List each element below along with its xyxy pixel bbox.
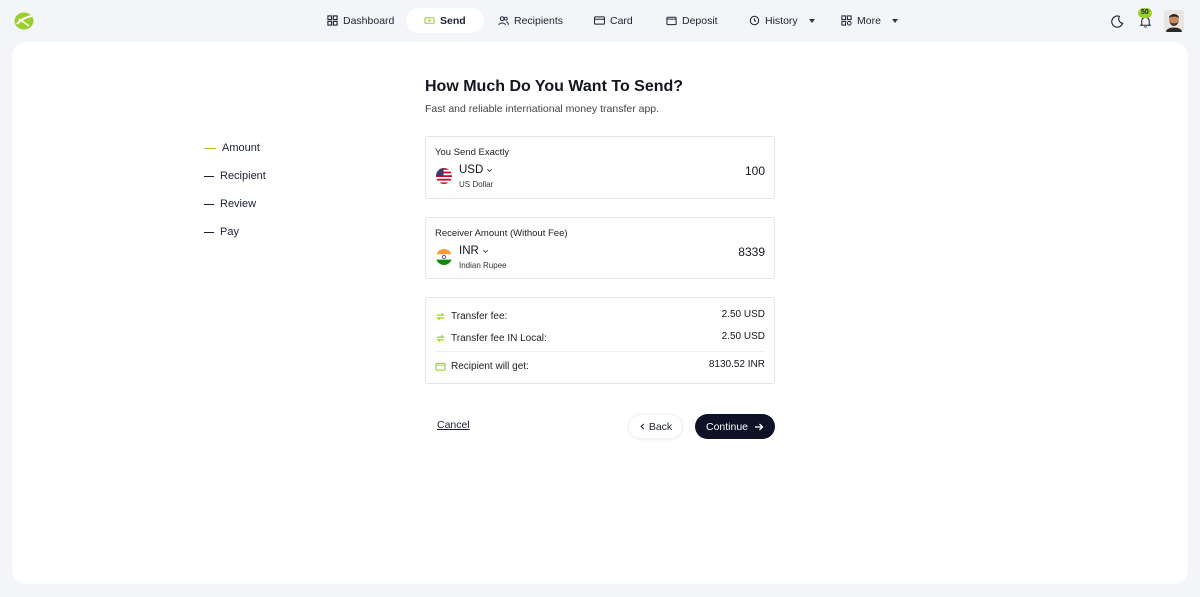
nav-recipients[interactable]: Recipients [498,8,563,33]
send-currency-code: USD [459,164,484,176]
transfer-fee-row: Transfer fee: 2.50 USD [435,307,765,325]
recipient-gets-value: 8130.52 INR [708,358,765,370]
page-subtitle: Fast and reliable international money tr… [425,103,660,115]
avatar[interactable] [1164,10,1184,32]
send-amount-box: You Send Exactly USD US Dollar [425,136,775,199]
dark-mode-toggle[interactable] [1108,12,1126,30]
back-button[interactable]: Back [628,414,683,439]
top-navigation: Dashboard Send Recipients Card Deposit H… [0,0,1200,42]
nav-card[interactable]: Card [594,8,633,33]
receive-amount-input[interactable] [645,245,765,259]
nav-dashboard-label: Dashboard [343,14,395,27]
nav-card-label: Card [610,14,633,27]
nav-more-label: More [857,14,881,27]
money-icon [424,17,435,24]
transfer-fee-local-label: Transfer fee IN Local: [451,332,547,344]
caret-down-icon [808,18,815,23]
continue-button[interactable]: Continue [695,414,775,439]
send-currency-name: US Dollar [459,180,494,189]
fee-divider [435,351,765,352]
main-card: Amount Recipient Review Pay How Much Do … [12,42,1188,584]
step-pay: Pay [204,218,266,246]
step-review: Review [204,190,266,218]
receive-currency-code: INR [459,245,479,257]
nav-deposit[interactable]: Deposit [666,8,718,33]
nav-dashboard[interactable]: Dashboard [327,8,394,33]
nav-send-label: Send [440,14,466,27]
caret-down-icon [891,18,898,23]
continue-button-label: Continue [705,420,749,433]
transfer-fee-label: Transfer fee: [451,310,508,322]
step-indicator [204,147,216,149]
chevron-left-icon [640,423,645,430]
users-icon [498,16,509,26]
grid-icon [327,15,338,26]
recipient-gets-label: Recipient will get: [451,360,529,372]
step-progress: Amount Recipient Review Pay [204,134,266,246]
nav-send[interactable]: Send [406,8,484,33]
step-indicator [204,175,214,177]
chevron-down-icon [482,249,488,253]
notification-badge: 50 [1138,8,1152,18]
nav-history-label: History [765,14,798,27]
send-amount-input[interactable] [645,164,765,178]
receive-currency-select[interactable]: INR [459,245,489,257]
nav-history[interactable]: History [749,8,815,33]
step-indicator [204,231,214,233]
transfer-fee-local-value: 2.50 USD [721,330,765,342]
step-label: Review [220,198,257,210]
receive-amount-box: Receiver Amount (Without Fee) INR Indian… [425,217,775,279]
step-recipient: Recipient [204,162,266,190]
back-button-label: Back [648,420,673,433]
history-icon [749,15,760,26]
cancel-link[interactable]: Cancel [437,419,470,431]
step-amount: Amount [204,134,266,162]
send-amount-label: You Send Exactly [435,147,510,158]
receive-amount-label: Receiver Amount (Without Fee) [435,228,568,239]
page-title: How Much Do You Want To Send? [425,78,684,95]
card-icon [594,16,605,25]
us-flag-icon [436,168,452,184]
notifications-button[interactable]: 50 [1136,8,1154,30]
transfer-fee-local-row: Transfer fee IN Local: 2.50 USD [435,329,765,347]
moon-icon [1110,14,1123,28]
nav-recipients-label: Recipients [514,14,564,27]
arrow-right-icon [755,423,764,430]
receive-currency-name: Indian Rupee [459,261,507,270]
step-label: Amount [222,142,260,154]
fee-summary-box: Transfer fee: 2.50 USD Transfer fee IN L… [425,297,775,384]
wallet-icon [435,362,446,371]
step-indicator [204,203,214,205]
header-actions: 50 [1108,8,1184,33]
nav-deposit-label: Deposit [682,14,718,27]
app-logo[interactable] [13,11,35,31]
wallet-icon [666,16,677,26]
step-label: Recipient [220,170,266,182]
step-label: Pay [220,226,239,238]
transfer-fee-value: 2.50 USD [721,308,765,320]
recipient-gets-row: Recipient will get: 8130.52 INR [435,357,765,375]
send-currency-select[interactable]: USD [459,164,493,176]
exchange-icon [436,334,445,342]
apps-icon [841,15,852,26]
india-flag-icon [436,249,452,265]
nav-more[interactable]: More [841,8,898,33]
chevron-down-icon [487,168,493,172]
exchange-icon [436,312,445,320]
